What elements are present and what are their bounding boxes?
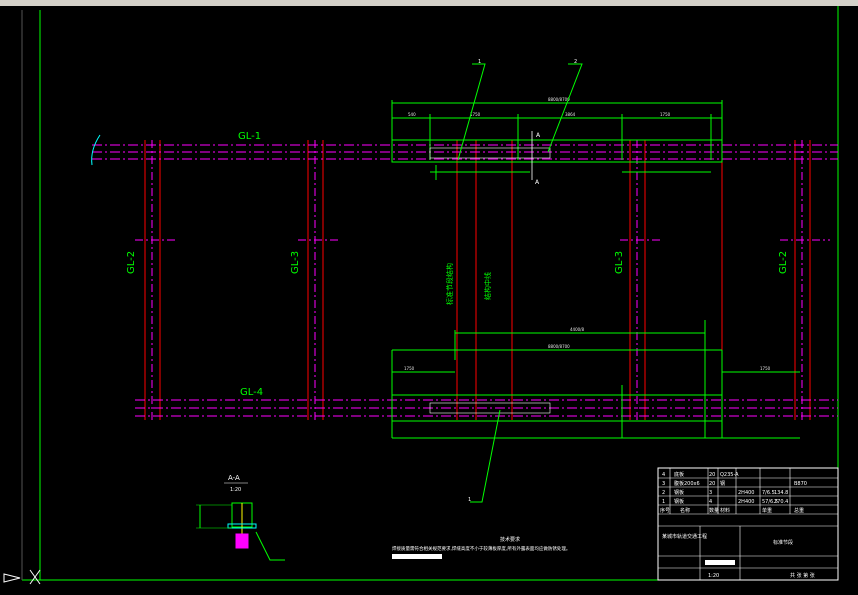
tb-r2-qty: 20 — [709, 481, 715, 487]
tb-r1-no: 4 — [662, 472, 665, 478]
tb-h-name: 名称 — [680, 507, 690, 514]
column-centerlines — [135, 140, 830, 420]
title-block: 4 底板 20 Q235-A 3 腹板200x6 20 钢 B870 2 钢板 … — [657, 467, 839, 581]
bottom-dim-a: 4400/8 — [570, 327, 585, 332]
center-text-1: 标准节段结构 — [445, 263, 454, 305]
tb-h-unit: 单重 — [762, 507, 772, 514]
callout-1: 1 — [478, 59, 481, 65]
tb-project: 某城市轨道交通工程 — [662, 533, 707, 540]
tb-r2-total: B870 — [794, 481, 807, 487]
tb-r4-mat: 2H400 — [738, 499, 754, 505]
tb-r4-name: 钢板 — [674, 498, 684, 505]
tb-r4-total: 270.4 — [774, 499, 788, 505]
section-scale: 1:20 — [230, 487, 241, 493]
break-arc — [91, 134, 101, 166]
tb-h-total: 总重 — [794, 507, 804, 514]
tb-r1-mat: Q235-A — [720, 472, 739, 478]
top-detail: 8800/8700 540 1750 3864 1750 — [391, 97, 723, 180]
tb-r3-qty: 3 — [709, 490, 712, 496]
tb-r1-qty: 20 — [709, 472, 715, 478]
beam-gl1 — [92, 144, 838, 160]
callouts — [457, 63, 583, 503]
cad-drawing-canvas[interactable]: GL-1 GL-4 GL-2 GL-3 GL-3 GL-2 标准节段结构 结构中… — [0, 6, 858, 595]
label-gl2-left: GL-2 — [126, 251, 137, 274]
section-mark-a-bottom: A — [535, 179, 540, 186]
tb-r3-unit: 7/6.5 — [762, 490, 775, 496]
tb-r3-name: 钢板 — [674, 489, 684, 496]
center-text-2: 结构中线 — [483, 272, 492, 300]
tb-h-qty: 数量 — [709, 507, 719, 514]
tb-r2-name: 腹板200x6 — [674, 480, 700, 487]
tb-r4-qty: 4 — [709, 499, 712, 505]
tb-r2-mat: 钢 — [720, 480, 725, 487]
notes-text: 焊接质量需符合相关规范要求,焊缝高度不小于较薄板厚度,所有外露表面均应做防锈处理… — [392, 545, 570, 552]
label-gl1: GL-1 — [238, 131, 261, 142]
tb-h-no: 序号 — [660, 507, 670, 514]
tb-r4-no: 1 — [662, 499, 665, 505]
section-title: A-A — [228, 474, 240, 482]
notes-bar — [392, 554, 442, 559]
section-mark-a-top: A — [536, 132, 541, 139]
bottom-detail: 1750 1750 4400/8 8800/8700 — [391, 320, 800, 439]
tb-drawing-name: 标准节段 — [773, 539, 793, 546]
label-gl4: GL-4 — [240, 387, 263, 398]
label-gl2-right: GL-2 — [778, 251, 789, 274]
tb-scale: 1:20 — [708, 573, 719, 579]
bottom-dim-b: 8800/8700 — [548, 344, 570, 349]
tb-r3-total: 134.8 — [774, 490, 788, 496]
top-dim-3: 3864 — [565, 112, 576, 117]
callout-3: 1 — [468, 497, 471, 503]
tb-sheet: 共 张 第 张 — [790, 572, 815, 579]
top-dim-total: 8800/8700 — [548, 97, 570, 102]
section-aa: A-A 1:20 — [196, 474, 285, 561]
columns — [144, 140, 811, 420]
beam-gl4 — [135, 399, 838, 417]
callout-2: 2 — [574, 59, 577, 65]
top-dim-4: 1750 — [660, 112, 671, 117]
bottom-dim-right: 1750 — [760, 366, 771, 371]
notes-title: 技术要求 — [500, 536, 520, 543]
tb-r3-no: 2 — [662, 490, 665, 496]
tb-r2-no: 3 — [662, 481, 665, 487]
tb-h-mat: 材料 — [720, 507, 730, 514]
top-dim-1: 540 — [408, 112, 416, 117]
label-gl3-left: GL-3 — [290, 251, 301, 274]
label-gl3-right: GL-3 — [614, 251, 625, 274]
tb-r3-mat: 2H400 — [738, 490, 754, 496]
tb-r1-name: 底板 — [674, 471, 684, 478]
bottom-dim-left: 1750 — [404, 366, 415, 371]
